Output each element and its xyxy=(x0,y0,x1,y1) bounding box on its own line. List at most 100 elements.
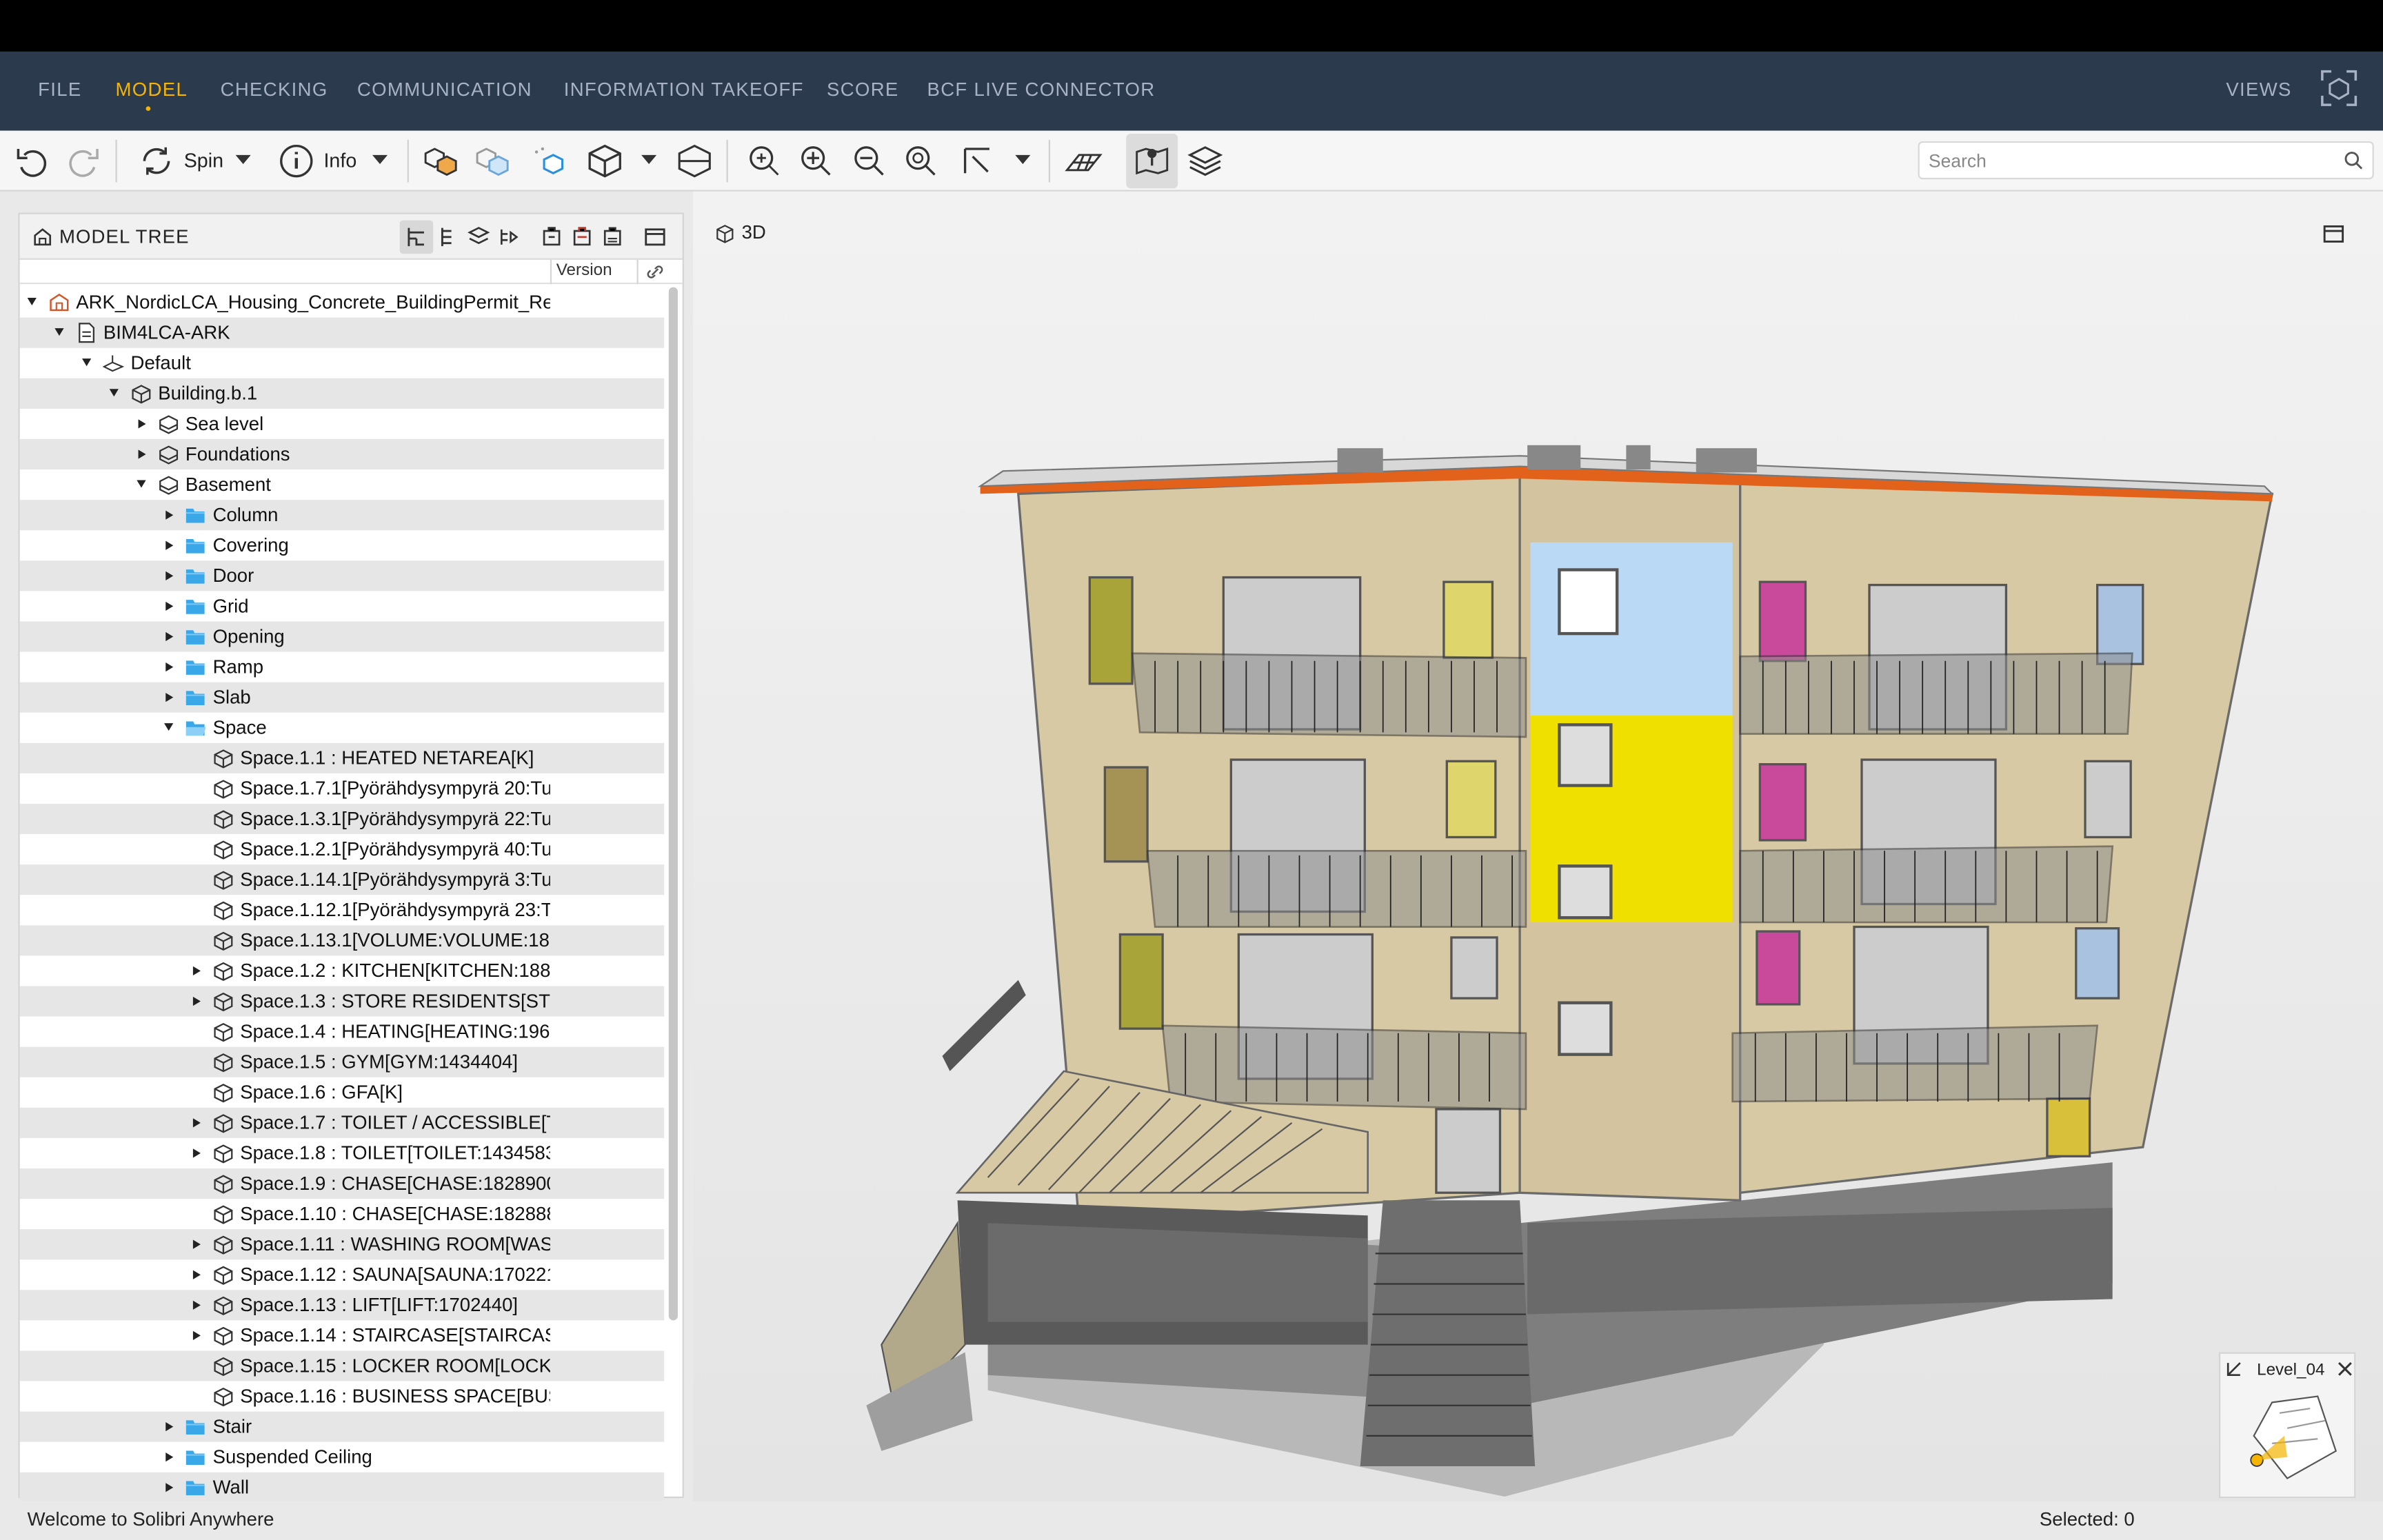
tree-scrollbar[interactable] xyxy=(667,287,680,1321)
tree-row[interactable]: Door xyxy=(19,560,665,591)
undo-icon[interactable] xyxy=(12,141,52,181)
search-input[interactable] xyxy=(1919,143,2315,178)
tree-row[interactable]: Space.1.12 : SAUNA[SAUNA:170221 xyxy=(20,1259,665,1290)
expand-toggle-icon[interactable] xyxy=(192,996,201,1006)
tree-row[interactable]: Column xyxy=(19,500,665,531)
measure-dropdown-caret[interactable] xyxy=(1015,154,1031,165)
expand-toggle-icon[interactable] xyxy=(165,631,174,642)
info-button[interactable]: Info xyxy=(323,149,356,172)
expand-toggle-icon[interactable] xyxy=(165,540,174,550)
spin-button[interactable]: Spin xyxy=(184,149,223,172)
info-icon[interactable] xyxy=(276,141,316,181)
tree-row[interactable]: Space.1.2 : KITCHEN[KITCHEN:1880 xyxy=(20,955,665,986)
expand-toggle-icon[interactable] xyxy=(165,510,174,520)
3d-view-tab[interactable]: 3D xyxy=(742,222,766,243)
views-camera-icon[interactable] xyxy=(2319,68,2358,108)
tree-row[interactable]: Space.1.13 : LIFT[LIFT:1702440] xyxy=(19,1290,665,1321)
spin-dropdown-caret[interactable] xyxy=(235,154,251,165)
expand-toggle-icon[interactable] xyxy=(165,693,174,702)
tree-scroll-thumb[interactable] xyxy=(668,287,678,1321)
collapse-toggle-icon[interactable] xyxy=(27,298,37,306)
tree-row[interactable]: BIM4LCA-ARK xyxy=(19,317,665,348)
expand-toggle-icon[interactable] xyxy=(192,1239,201,1249)
hide-objects-icon[interactable] xyxy=(472,141,512,181)
expand-toggle-icon[interactable] xyxy=(165,601,174,611)
menu-information-takeoff[interactable]: INFORMATION TAKEOFF xyxy=(564,79,804,101)
collapse-toggle-icon[interactable] xyxy=(164,723,174,731)
link-column-header[interactable] xyxy=(636,259,670,285)
tree-row[interactable]: Basement xyxy=(20,469,665,500)
minimap-icon[interactable] xyxy=(1132,141,1172,181)
tree-row[interactable]: Space.1.5 : GYM[GYM:1434404] xyxy=(19,1046,665,1077)
tree-row[interactable]: Sea level xyxy=(20,409,665,439)
tree-row[interactable]: Space.1.14.1[Pyörähdysympyrä 3:Tu xyxy=(19,864,665,895)
zoom-in-icon[interactable] xyxy=(796,141,836,181)
tree-row[interactable]: Wall xyxy=(19,1472,665,1503)
tree-row[interactable]: Ramp xyxy=(20,652,665,682)
section-box-icon[interactable] xyxy=(675,141,714,181)
menu-communication[interactable]: COMMUNICATION xyxy=(357,79,532,101)
zoom-out-icon[interactable] xyxy=(849,141,889,181)
tree-row[interactable]: Foundations xyxy=(19,438,665,470)
view-dropdown-caret[interactable] xyxy=(641,154,657,165)
tree-row[interactable]: Grid xyxy=(20,591,665,621)
tree-row[interactable]: Covering xyxy=(20,530,665,560)
expand-toggle-icon[interactable] xyxy=(192,1300,201,1310)
hide-component-icon[interactable] xyxy=(570,225,594,249)
collapse-toggle-icon[interactable] xyxy=(109,389,119,397)
tree-row[interactable]: Space.1.7 : TOILET / ACCESSIBLE[TC xyxy=(19,1107,665,1138)
show-component-icon[interactable] xyxy=(539,225,563,249)
collapse-toggle-icon[interactable] xyxy=(82,358,92,367)
tree-row[interactable]: Space.1.3 : STORE RESIDENTS[STORI xyxy=(19,986,665,1017)
tree-row[interactable]: Space.1.4 : HEATING[HEATING:1963 xyxy=(20,1017,665,1047)
layers-icon[interactable] xyxy=(1185,141,1225,181)
spatial-tree-icon[interactable] xyxy=(436,225,461,249)
minimap-expand-icon[interactable] xyxy=(2225,1360,2243,1378)
tree-row[interactable]: Space.1.2.1[Pyörähdysympyrä 40:Tu xyxy=(20,834,665,864)
tree-row[interactable]: Space.1.3.1[Pyörähdysympyrä 22:Tu xyxy=(19,803,665,835)
redo-icon[interactable] xyxy=(64,141,103,181)
menu-file[interactable]: FILE xyxy=(38,79,82,101)
3d-box-icon[interactable] xyxy=(585,141,625,181)
isolate-component-icon[interactable] xyxy=(601,225,625,249)
tree-row[interactable]: Space.1.11 : WASHING ROOM[WASH xyxy=(19,1229,665,1260)
tree-row[interactable]: Stair xyxy=(19,1411,665,1442)
tree-row[interactable]: Slab xyxy=(19,682,665,713)
tree-row[interactable]: Space.1.14 : STAIRCASE[STAIRCASE: xyxy=(20,1320,665,1350)
tree-row[interactable]: Space.1.9 : CHASE[CHASE:1828900] xyxy=(19,1168,665,1199)
tree-row[interactable]: Space.1.7.1[Pyörähdysympyrä 20:Tu xyxy=(20,773,665,804)
tree-row[interactable]: Suspended Ceiling xyxy=(20,1442,665,1472)
zoom-selected-icon[interactable] xyxy=(901,141,941,181)
tree-row[interactable]: Space.1.16 : BUSINESS SPACE[BUSINI xyxy=(20,1381,665,1412)
expand-toggle-icon[interactable] xyxy=(192,1270,201,1279)
menu-checking[interactable]: CHECKING xyxy=(221,79,328,101)
tree-row[interactable]: ARK_NordicLCA_Housing_Concrete_BuildingP… xyxy=(20,287,665,318)
menu-views[interactable]: VIEWS xyxy=(2226,79,2291,101)
tree-row[interactable]: Space.1.8 : TOILET[TOILET:1434583 xyxy=(20,1138,665,1168)
menu-bcf-live-connector[interactable]: BCF LIVE CONNECTOR xyxy=(927,79,1156,101)
measure-icon[interactable] xyxy=(958,141,997,181)
expand-toggle-icon[interactable] xyxy=(192,1118,201,1128)
expand-toggle-icon[interactable] xyxy=(192,1148,201,1158)
collapse-toggle-icon[interactable] xyxy=(137,480,146,488)
tree-row[interactable]: Space xyxy=(20,713,665,743)
collapse-toggle-icon[interactable] xyxy=(54,328,64,336)
tree-row[interactable]: Space.1.1 : HEATED NETAREA[K] xyxy=(19,742,665,773)
search-icon[interactable] xyxy=(2344,150,2364,170)
tree-row[interactable]: Building.b.1 xyxy=(19,378,665,409)
expand-toggle-icon[interactable] xyxy=(138,449,146,459)
tree-row[interactable]: Space.1.10 : CHASE[CHASE:1828882 xyxy=(20,1199,665,1229)
menu-score[interactable]: SCORE xyxy=(827,79,899,101)
tree-row[interactable]: Space.1.12.1[Pyörähdysympyrä 23:T xyxy=(20,895,665,925)
panel-maximize-icon[interactable] xyxy=(643,225,667,249)
close-icon[interactable] xyxy=(2336,1360,2354,1378)
expand-toggle-icon[interactable] xyxy=(165,662,174,672)
info-dropdown-caret[interactable] xyxy=(372,154,388,165)
tree-row[interactable]: Default xyxy=(20,348,665,378)
tree-row[interactable]: Space.1.15 : LOCKER ROOM[LOCKER xyxy=(19,1350,665,1381)
spin-icon[interactable] xyxy=(137,141,176,181)
expand-toggle-icon[interactable] xyxy=(138,419,146,429)
expand-toggle-icon[interactable] xyxy=(165,1483,174,1492)
minimap-panel[interactable]: Level_04 xyxy=(2218,1352,2356,1499)
expand-toggle-icon[interactable] xyxy=(192,1330,201,1341)
